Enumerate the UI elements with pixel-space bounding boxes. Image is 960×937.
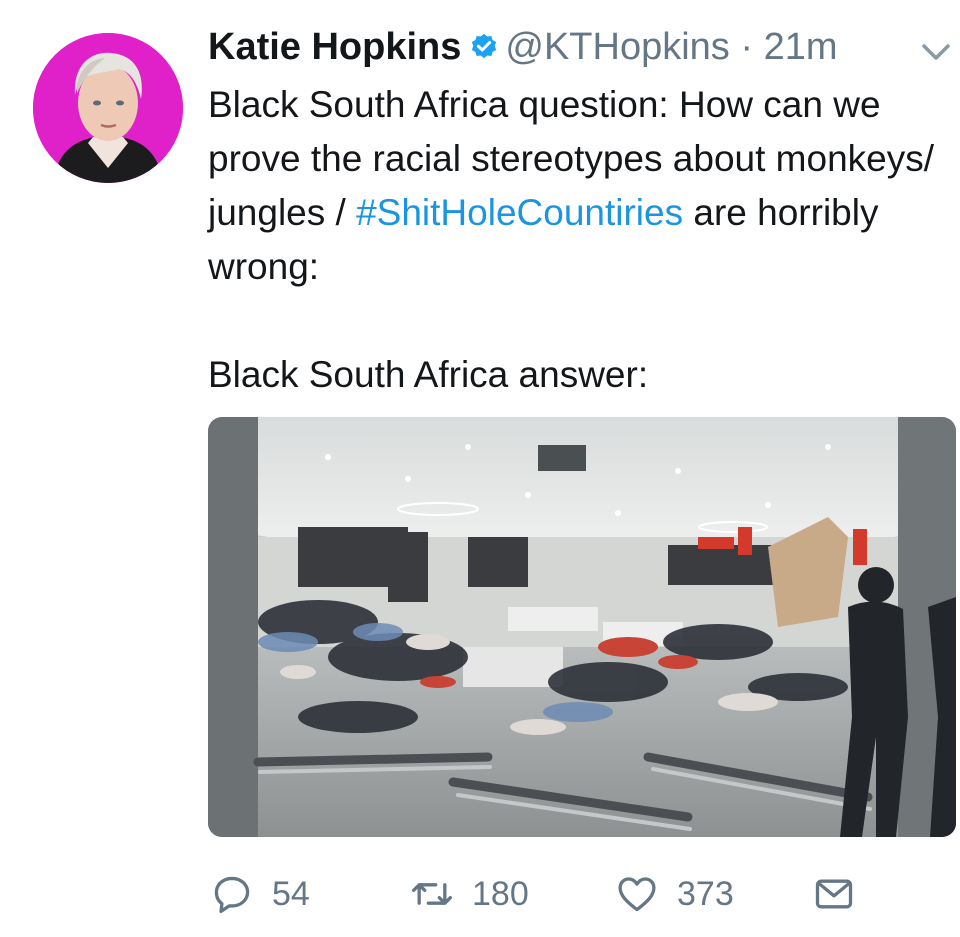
author-handle[interactable]: @KTHopkins: [505, 22, 729, 72]
like-button[interactable]: 373: [615, 864, 734, 924]
store-photo: [208, 417, 956, 837]
verified-badge-icon: [472, 33, 497, 59]
retweet-button[interactable]: 180: [410, 864, 529, 924]
reply-button[interactable]: 54: [210, 864, 310, 924]
header-separator: ·: [729, 26, 764, 68]
retweet-icon: [412, 883, 452, 905]
tweet-action-bar: 54 180 373: [210, 864, 910, 924]
chevron-down-icon[interactable]: [918, 40, 954, 66]
author-avatar[interactable]: [33, 33, 183, 183]
tweet-text: Black South Africa question: How can we …: [208, 78, 948, 402]
retweet-count: 180: [472, 874, 529, 913]
author-name[interactable]: Katie Hopkins: [208, 22, 461, 72]
like-count: 373: [677, 874, 734, 913]
reply-icon: [214, 876, 250, 914]
direct-message-button[interactable]: [812, 864, 856, 924]
tweet-text-paragraph-2: Black South Africa answer:: [208, 354, 649, 395]
tweet-text-paragraph-1: Black South Africa question: How can we …: [208, 78, 948, 294]
tweet-media-photo[interactable]: [208, 417, 956, 837]
direct-message-icon: [815, 879, 853, 909]
like-icon: [618, 877, 656, 912]
reply-count: 54: [272, 874, 310, 913]
tweet-header: Katie Hopkins @KTHopkins · 21m: [208, 22, 838, 72]
tweet-timestamp[interactable]: 21m: [764, 22, 838, 72]
avatar-image: [33, 33, 183, 183]
hashtag-link[interactable]: #ShitHoleCountiries: [356, 192, 683, 233]
